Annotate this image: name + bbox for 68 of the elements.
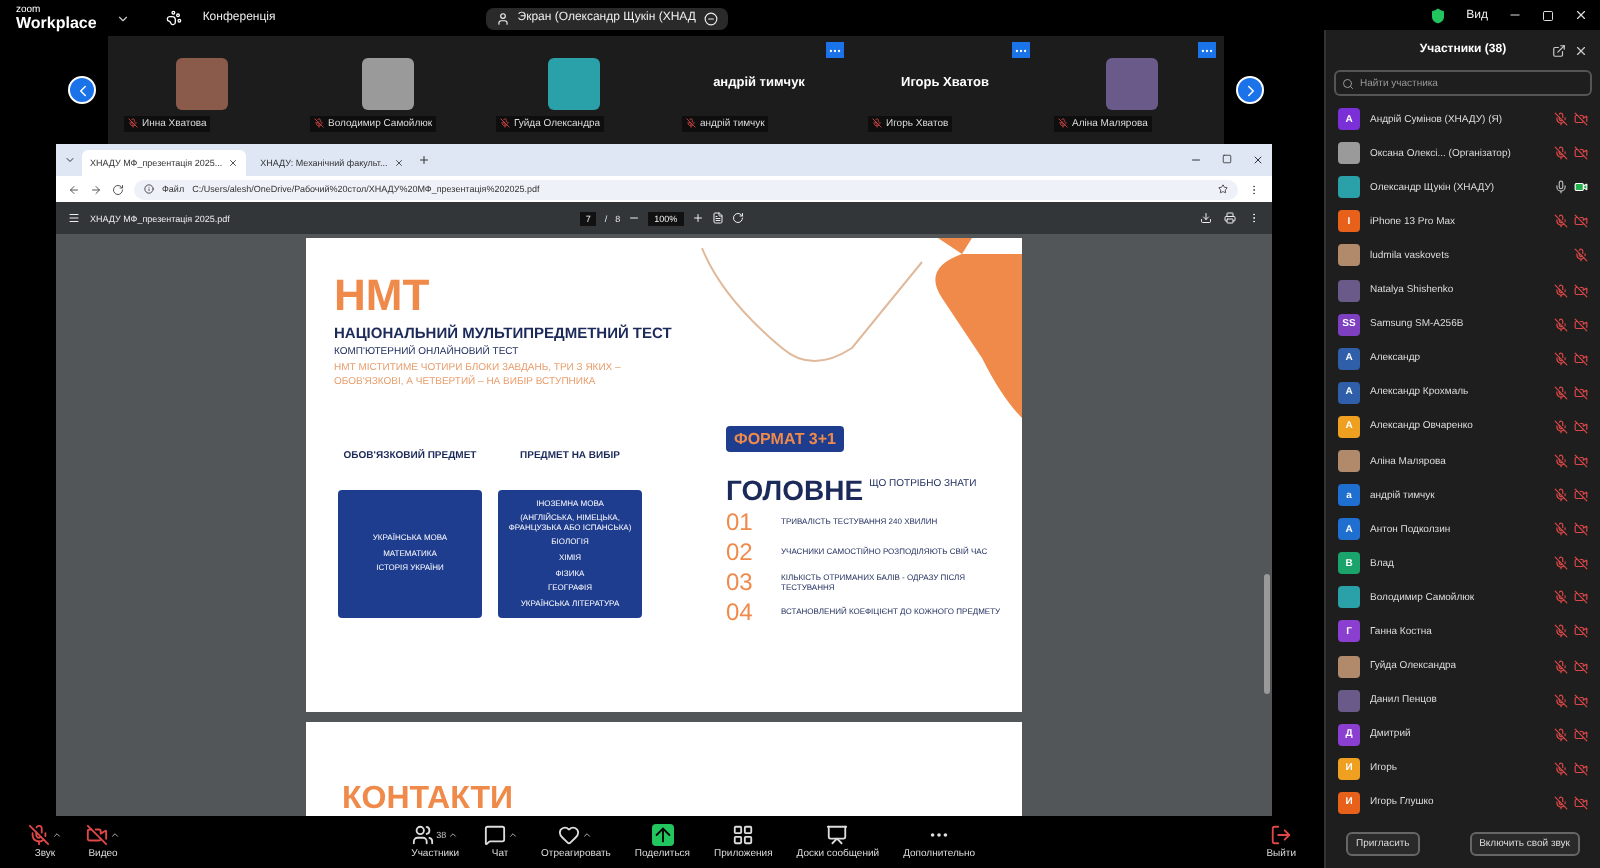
apps-icon bbox=[732, 824, 755, 846]
paw-icon bbox=[166, 10, 183, 26]
previous-button[interactable] bbox=[68, 76, 96, 104]
photo-placeholder bbox=[1105, 57, 1157, 109]
mic-muted-icon bbox=[128, 118, 138, 128]
back-icon[interactable] bbox=[68, 183, 80, 195]
shield-icon bbox=[1430, 7, 1447, 24]
people-icon bbox=[412, 824, 435, 846]
page-icon[interactable] bbox=[711, 212, 724, 224]
photo-placeholder bbox=[1338, 450, 1360, 473]
share-icon bbox=[651, 824, 674, 846]
caret-icon[interactable] bbox=[448, 830, 459, 840]
reload-icon[interactable] bbox=[112, 183, 124, 195]
more-options-button[interactable] bbox=[1012, 42, 1030, 58]
board-icon bbox=[826, 824, 849, 846]
menu-icon[interactable] bbox=[68, 212, 80, 224]
photo-placeholder bbox=[1338, 279, 1360, 302]
point-number: 04 bbox=[726, 597, 755, 625]
caret-icon[interactable] bbox=[52, 830, 62, 840]
main-heading: ГОЛОВНЕ bbox=[726, 474, 864, 506]
caret-icon[interactable] bbox=[116, 11, 131, 25]
close-icon[interactable] bbox=[1252, 154, 1264, 166]
user-icon bbox=[495, 11, 510, 25]
photo-placeholder bbox=[361, 57, 413, 109]
photo-placeholder bbox=[1338, 142, 1360, 165]
caret-icon[interactable] bbox=[507, 830, 518, 840]
heart-icon bbox=[558, 824, 581, 846]
video-off-icon bbox=[86, 824, 108, 846]
zoom-in-icon[interactable] bbox=[691, 212, 704, 224]
photo-placeholder bbox=[547, 57, 599, 109]
photo-placeholder bbox=[1338, 244, 1360, 267]
point-number: 03 bbox=[726, 567, 755, 595]
slide-title: КОНТАКТИ bbox=[342, 782, 516, 816]
photo-placeholder bbox=[1338, 176, 1360, 199]
slide-title: НМТ bbox=[334, 274, 432, 318]
scrollbar[interactable] bbox=[1264, 574, 1270, 694]
download-icon[interactable] bbox=[1200, 212, 1212, 224]
format-badge: ФОРМАТ 3+1 bbox=[726, 426, 845, 452]
info-icon bbox=[144, 184, 154, 194]
point-number: 01 bbox=[726, 507, 755, 535]
next-button[interactable] bbox=[1236, 76, 1264, 104]
photo-placeholder bbox=[1338, 586, 1360, 609]
star-icon[interactable] bbox=[1218, 184, 1228, 194]
minimize-icon[interactable] bbox=[1190, 154, 1202, 166]
rotate-icon[interactable] bbox=[731, 212, 744, 224]
more-options-button[interactable] bbox=[826, 42, 844, 58]
mic-muted-icon bbox=[872, 118, 882, 128]
photo-placeholder bbox=[1338, 655, 1360, 678]
search-icon bbox=[1342, 77, 1354, 90]
more-options-button[interactable] bbox=[1198, 42, 1216, 58]
print-icon[interactable] bbox=[1224, 212, 1236, 224]
leave-icon bbox=[1270, 824, 1293, 846]
zoom-out-icon[interactable] bbox=[628, 212, 641, 224]
caret-icon[interactable] bbox=[110, 830, 120, 840]
mic-muted-icon bbox=[500, 118, 510, 128]
photo-placeholder bbox=[175, 57, 227, 109]
forward-icon[interactable] bbox=[90, 183, 102, 195]
chat-icon bbox=[483, 824, 506, 846]
minus-circle-icon bbox=[703, 11, 718, 25]
new-tab-icon[interactable] bbox=[417, 154, 430, 166]
photo-placeholder bbox=[1338, 689, 1360, 712]
point-number: 02 bbox=[726, 537, 755, 565]
pop-out-icon[interactable] bbox=[1552, 43, 1566, 58]
mic-muted-icon bbox=[28, 824, 50, 846]
caret-icon[interactable] bbox=[582, 830, 593, 840]
mic-muted-icon bbox=[686, 118, 696, 128]
mic-muted-icon bbox=[1058, 118, 1068, 128]
mic-muted-icon bbox=[314, 118, 324, 128]
